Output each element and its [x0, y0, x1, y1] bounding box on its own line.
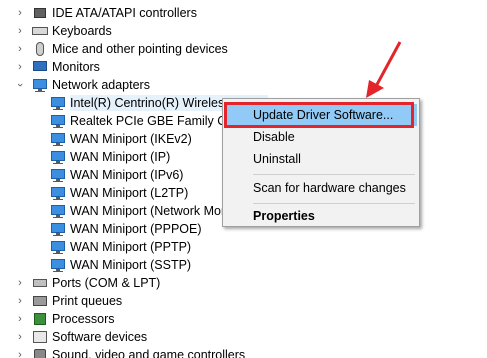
tree-item-label: WAN Miniport (IPv6) [70, 168, 184, 182]
tree-item-label: WAN Miniport (IP) [70, 150, 171, 164]
network-adapter-icon [50, 221, 66, 237]
chevron-right-icon[interactable]: › [14, 40, 26, 58]
tree-item-label: Keyboards [52, 24, 112, 38]
chevron-right-icon[interactable]: › [14, 58, 26, 76]
chevron-right-icon[interactable]: › [14, 4, 26, 22]
tree-item-label: Ports (COM & LPT) [52, 276, 161, 290]
tree-item-label: Mice and other pointing devices [52, 42, 228, 56]
tree-item-wan-ikev2[interactable]: WAN Miniport (IKEv2) [0, 130, 240, 148]
tree-item-keyboards[interactable]: › Keyboards [0, 22, 240, 40]
sound-icon [32, 347, 48, 358]
chevron-down-icon[interactable]: › [11, 79, 29, 91]
chevron-right-icon[interactable]: › [14, 328, 26, 346]
software-device-icon [32, 329, 48, 345]
ide-controller-icon [32, 5, 48, 21]
menu-separator [253, 174, 415, 175]
tree-item-label: WAN Miniport (L2TP) [70, 186, 189, 200]
monitor-icon [32, 59, 48, 75]
tree-item-sound-video-game[interactable]: › Sound, video and game controllers [0, 346, 245, 358]
tree-item-wan-pptp[interactable]: WAN Miniport (PPTP) [0, 238, 240, 256]
tree-item-realtek-pcie[interactable]: Realtek PCIe GBE Family Controller [0, 112, 271, 130]
network-adapter-icon [32, 77, 48, 93]
tree-item-wan-pppoe[interactable]: WAN Miniport (PPPOE) [0, 220, 240, 238]
tree-item-wan-ip[interactable]: WAN Miniport (IP) [0, 148, 240, 166]
tree-item-label: WAN Miniport (PPTP) [70, 240, 192, 254]
tree-item-print-queues[interactable]: › Print queues [0, 292, 240, 310]
keyboard-icon [32, 23, 48, 39]
network-adapter-icon [50, 149, 66, 165]
menu-item-disable[interactable]: Disable [225, 126, 417, 148]
tree-item-mice[interactable]: › Mice and other pointing devices [0, 40, 240, 58]
tree-item-software-devices[interactable]: › Software devices [0, 328, 240, 346]
network-adapter-icon [50, 257, 66, 273]
network-adapter-icon [50, 131, 66, 147]
tree-item-wan-l2tp[interactable]: WAN Miniport (L2TP) [0, 184, 240, 202]
menu-item-scan-hardware[interactable]: Scan for hardware changes [225, 177, 417, 199]
tree-item-monitors[interactable]: › Monitors [0, 58, 240, 76]
menu-item-properties[interactable]: Properties [225, 205, 417, 227]
tree-item-label: Processors [52, 312, 115, 326]
ports-icon [32, 275, 48, 291]
tree-item-wan-sstp[interactable]: WAN Miniport (SSTP) [0, 256, 240, 274]
tree-item-wan-network-monitor[interactable]: WAN Miniport (Network Monitor) [0, 202, 249, 220]
annotation-arrow-icon [366, 41, 402, 98]
tree-item-label: WAN Miniport (IKEv2) [70, 132, 192, 146]
chevron-right-icon[interactable]: › [14, 310, 26, 328]
tree-item-wan-ipv6[interactable]: WAN Miniport (IPv6) [0, 166, 240, 184]
network-adapter-icon [50, 167, 66, 183]
printer-icon [32, 293, 48, 309]
chevron-right-icon[interactable]: › [14, 274, 26, 292]
tree-item-label: WAN Miniport (SSTP) [70, 258, 192, 272]
tree-item-label: Network adapters [52, 78, 150, 92]
tree-item-ports[interactable]: › Ports (COM & LPT) [0, 274, 240, 292]
tree-item-label: IDE ATA/ATAPI controllers [52, 6, 197, 20]
tree-item-ide-ata-atapi[interactable]: › IDE ATA/ATAPI controllers [0, 4, 240, 22]
tree-item-processors[interactable]: › Processors [0, 310, 240, 328]
tree-item-label: Software devices [52, 330, 148, 344]
network-adapter-icon [50, 185, 66, 201]
tree-item-label: Monitors [52, 60, 100, 74]
chevron-right-icon[interactable]: › [14, 346, 26, 358]
network-adapter-icon [50, 113, 66, 129]
chevron-right-icon[interactable]: › [14, 22, 26, 40]
menu-item-uninstall[interactable]: Uninstall [225, 148, 417, 170]
processor-icon [32, 311, 48, 327]
network-adapter-icon [50, 239, 66, 255]
mouse-icon [32, 41, 48, 57]
tree-item-intel-centrino-wireless[interactable]: Intel(R) Centrino(R) Wireless-N 105 [0, 94, 268, 112]
tree-item-label: Sound, video and game controllers [52, 348, 246, 358]
tree-item-network-adapters[interactable]: › Network adapters [0, 76, 240, 94]
tree-item-label: WAN Miniport (PPPOE) [70, 222, 202, 236]
annotation-highlight-box [224, 102, 414, 128]
menu-separator [253, 203, 415, 204]
chevron-right-icon[interactable]: › [14, 292, 26, 310]
network-adapter-icon [50, 95, 66, 111]
network-adapter-icon [50, 203, 66, 219]
tree-item-label: Print queues [52, 294, 123, 308]
